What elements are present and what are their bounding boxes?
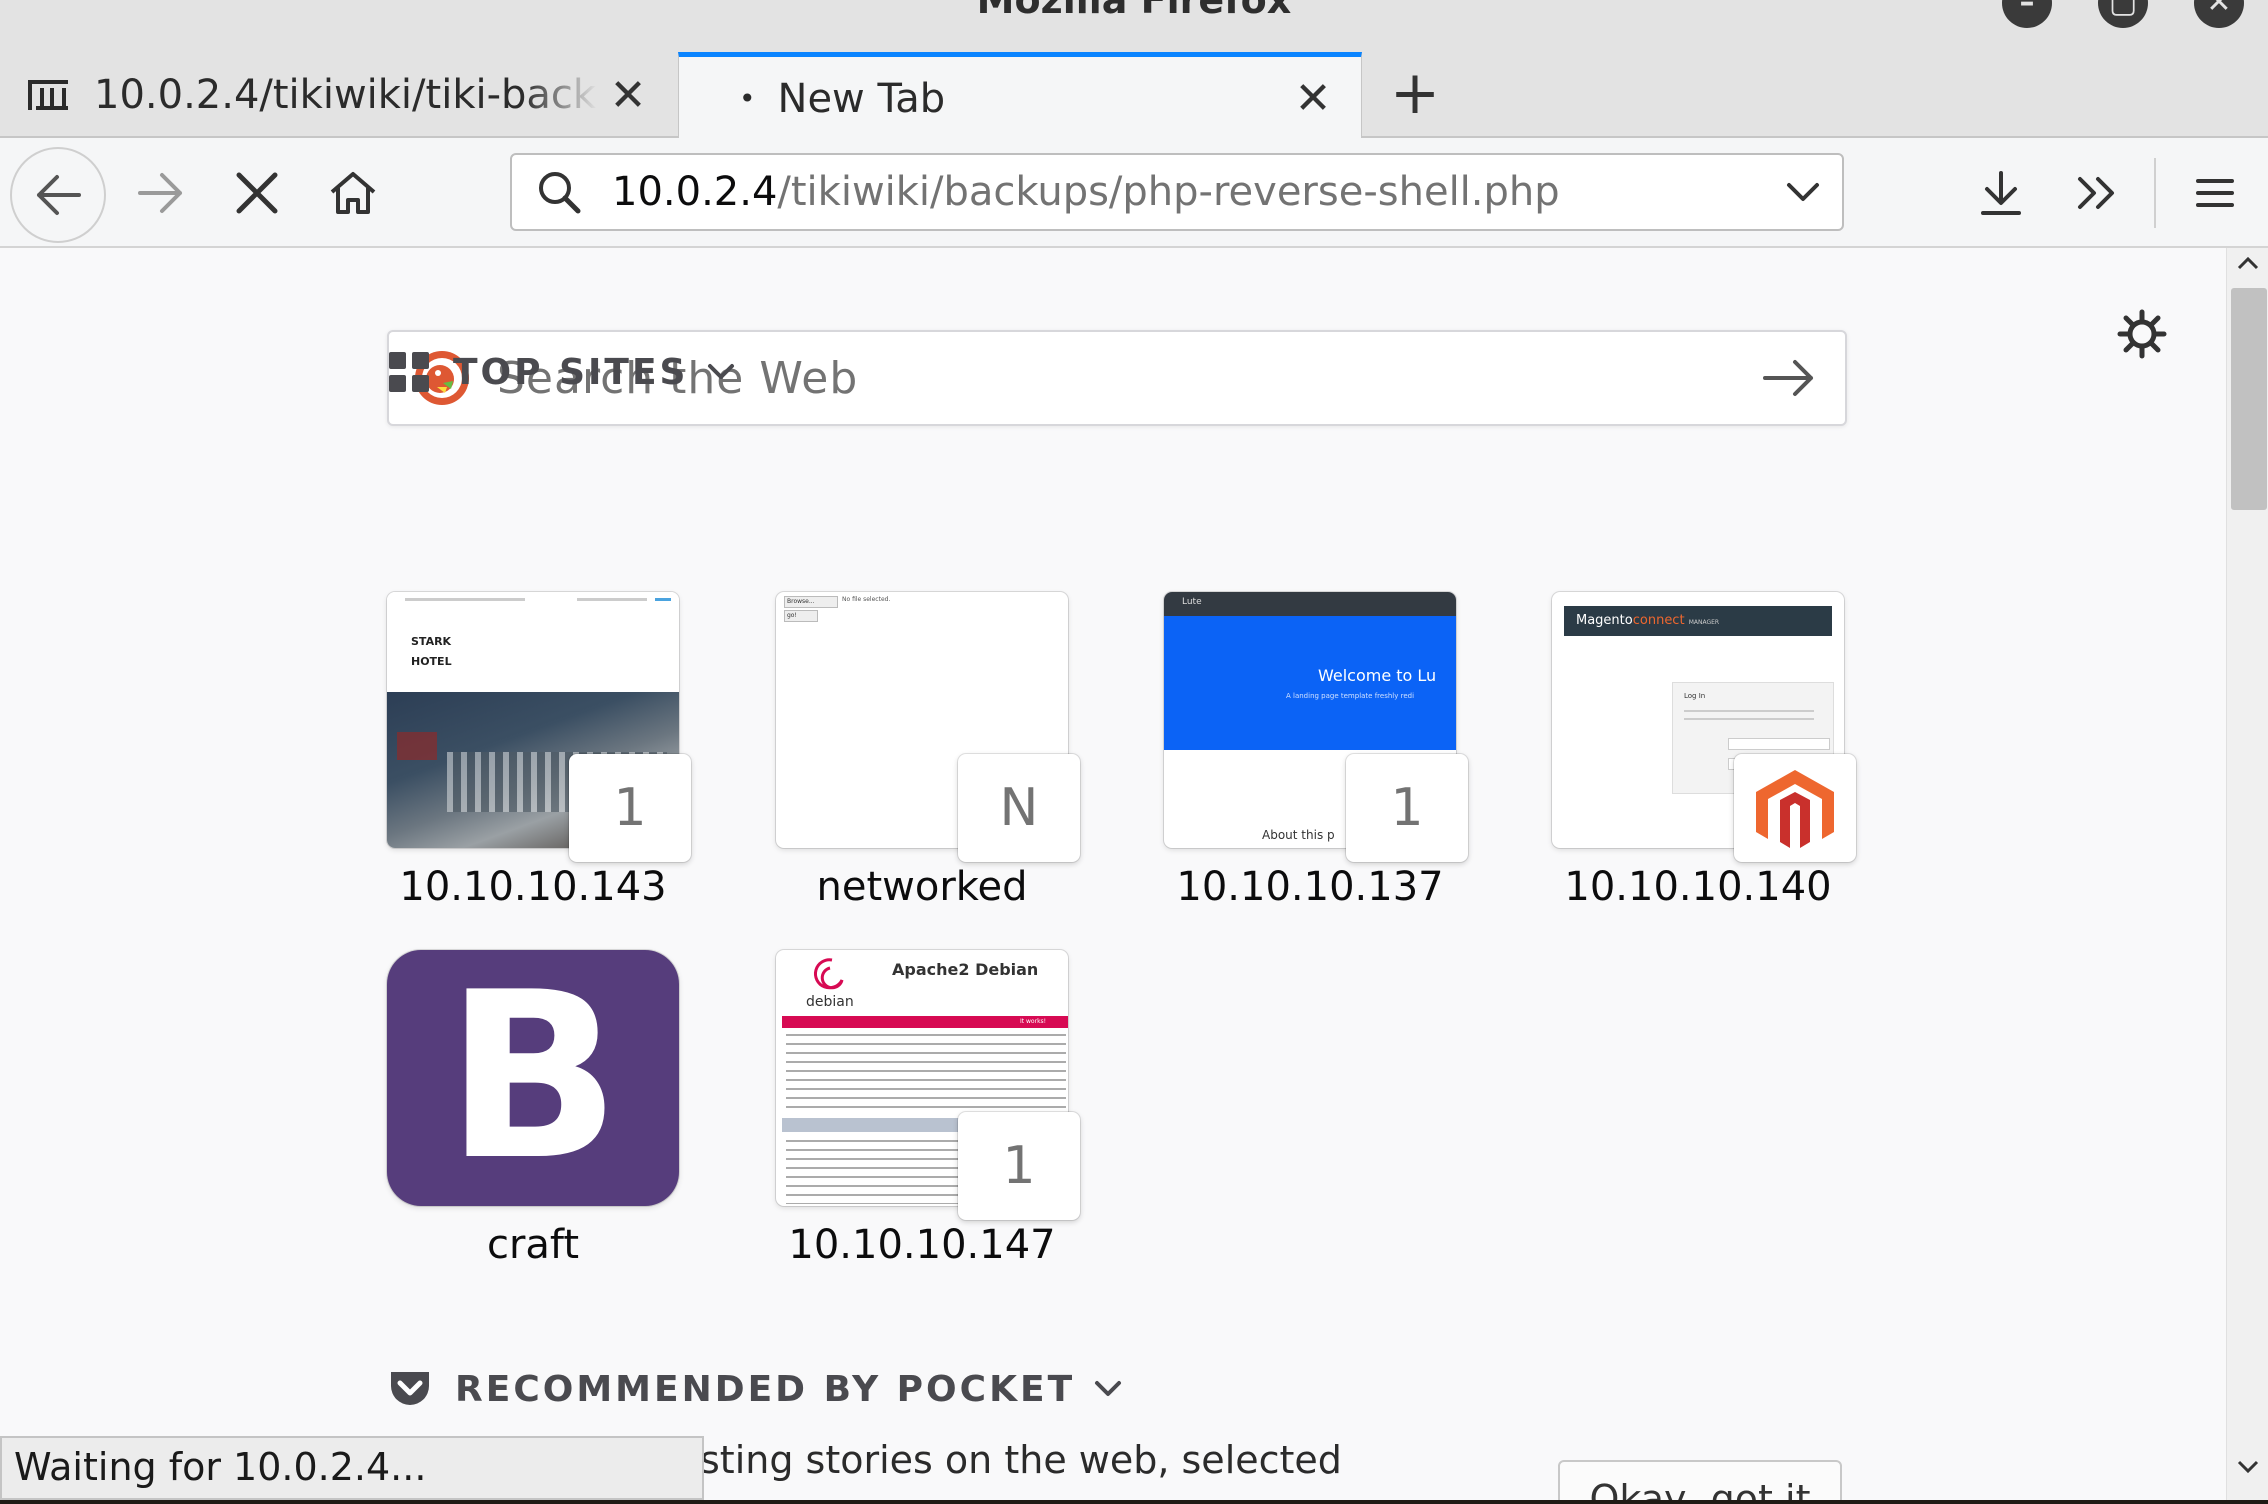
stop-x-icon xyxy=(236,172,278,214)
close-window-button[interactable]: ✕ xyxy=(2194,0,2244,28)
site-label: 10.10.10.143 xyxy=(399,864,667,910)
site-label: 10.10.10.147 xyxy=(788,1222,1056,1268)
grid-icon xyxy=(387,350,431,394)
site-label: craft xyxy=(486,1222,579,1268)
window-titlebar: Mozilla Firefox – ▢ ✕ xyxy=(0,0,2268,52)
tab-new-tab[interactable]: • New Tab ✕ xyxy=(678,52,1362,140)
close-tab-icon[interactable]: ✕ xyxy=(1283,73,1343,124)
tab-tikiwiki[interactable]: 10.0.2.4/tikiwiki/tiki-backup.php ✕ xyxy=(0,52,676,138)
thumb-text: Magentoconnect MANAGER xyxy=(1576,613,1720,628)
new-tab-button[interactable]: + xyxy=(1380,60,1450,130)
stop-button[interactable] xyxy=(222,158,292,228)
site-badge: 1 xyxy=(1346,754,1468,862)
top-sites-header[interactable]: TOP SITES xyxy=(387,350,736,394)
customize-gear-icon[interactable] xyxy=(2112,304,2172,364)
search-submit-arrow-icon[interactable] xyxy=(1761,358,1817,398)
double-chevron-right-icon xyxy=(2078,177,2114,209)
forward-button[interactable] xyxy=(126,158,196,228)
status-bar: Waiting for 10.0.2.4... xyxy=(0,1436,704,1500)
desktop-strip xyxy=(0,1500,2268,1504)
pocket-icon xyxy=(387,1368,433,1410)
site-badge: 1 xyxy=(569,754,691,862)
scrollbar-thumb[interactable] xyxy=(2231,288,2267,510)
window-title: Mozilla Firefox xyxy=(976,0,1292,22)
tiki-favicon-icon xyxy=(26,78,70,112)
url-host: 10.0.2.4 xyxy=(612,169,778,215)
back-arrow-icon xyxy=(37,175,81,215)
chevron-down-icon[interactable] xyxy=(1093,1379,1123,1399)
site-badge: 1 xyxy=(958,1112,1080,1220)
downloads-button[interactable] xyxy=(1966,158,2036,228)
debian-swirl-icon xyxy=(813,958,844,990)
hamburger-menu-button[interactable] xyxy=(2180,158,2250,228)
site-label: 10.10.10.137 xyxy=(1176,864,1444,910)
pocket-header[interactable]: RECOMMENDED BY POCKET xyxy=(387,1368,1123,1410)
overflow-menu-button[interactable] xyxy=(2062,158,2132,228)
maximize-button[interactable]: ▢ xyxy=(2098,0,2148,28)
magento-favicon-icon xyxy=(1734,754,1856,862)
tab-title: New Tab xyxy=(777,75,946,122)
chevron-down-icon[interactable] xyxy=(706,362,736,382)
new-tab-page: Search the Web TOP SITES STARK HOTEL 1 1… xyxy=(0,248,2226,1504)
home-icon xyxy=(330,172,376,214)
thumb-text: STARK HOTEL xyxy=(411,635,452,668)
tab-strip: 10.0.2.4/tikiwiki/tiki-backup.php ✕ • Ne… xyxy=(0,52,2268,140)
page-scrollbar[interactable] xyxy=(2226,248,2268,1504)
url-text[interactable]: 10.0.2.4/tikiwiki/backups/php-reverse-sh… xyxy=(612,169,1560,215)
hamburger-icon xyxy=(2196,179,2234,207)
okay-got-it-button[interactable]: Okay, got it xyxy=(1558,1460,1842,1504)
site-label: 10.10.10.140 xyxy=(1564,864,1832,910)
url-path: /tikiwiki/backups/php-reverse-shell.php xyxy=(777,169,1560,215)
home-button[interactable] xyxy=(318,158,388,228)
search-icon xyxy=(536,169,582,215)
pocket-description: sting stories on the web, selected xyxy=(700,1438,1342,1482)
scroll-up-arrow-icon[interactable] xyxy=(2235,256,2261,276)
toolbar-divider xyxy=(2154,158,2156,228)
top-sites-title: TOP SITES xyxy=(453,351,689,393)
bootstrap-logo-icon: B xyxy=(387,950,679,1206)
scroll-down-arrow-icon[interactable] xyxy=(2235,1460,2261,1480)
url-bar[interactable]: 10.0.2.4/tikiwiki/backups/php-reverse-sh… xyxy=(510,153,1844,231)
forward-arrow-icon xyxy=(138,173,182,213)
tab-indicator: • xyxy=(739,82,756,115)
close-tab-icon[interactable]: ✕ xyxy=(598,70,658,121)
pocket-title: RECOMMENDED BY POCKET xyxy=(455,1368,1076,1410)
site-label: networked xyxy=(816,864,1028,910)
tab-title: 10.0.2.4/tikiwiki/tiki-backup.php xyxy=(94,72,598,118)
url-dropdown-chevron-icon[interactable] xyxy=(1786,181,1820,203)
download-icon xyxy=(1981,171,2021,215)
navigation-toolbar: 10.0.2.4/tikiwiki/backups/php-reverse-sh… xyxy=(0,138,2268,248)
site-badge: N xyxy=(958,754,1080,862)
minimize-button[interactable]: – xyxy=(2002,0,2052,28)
back-button[interactable] xyxy=(10,147,106,243)
